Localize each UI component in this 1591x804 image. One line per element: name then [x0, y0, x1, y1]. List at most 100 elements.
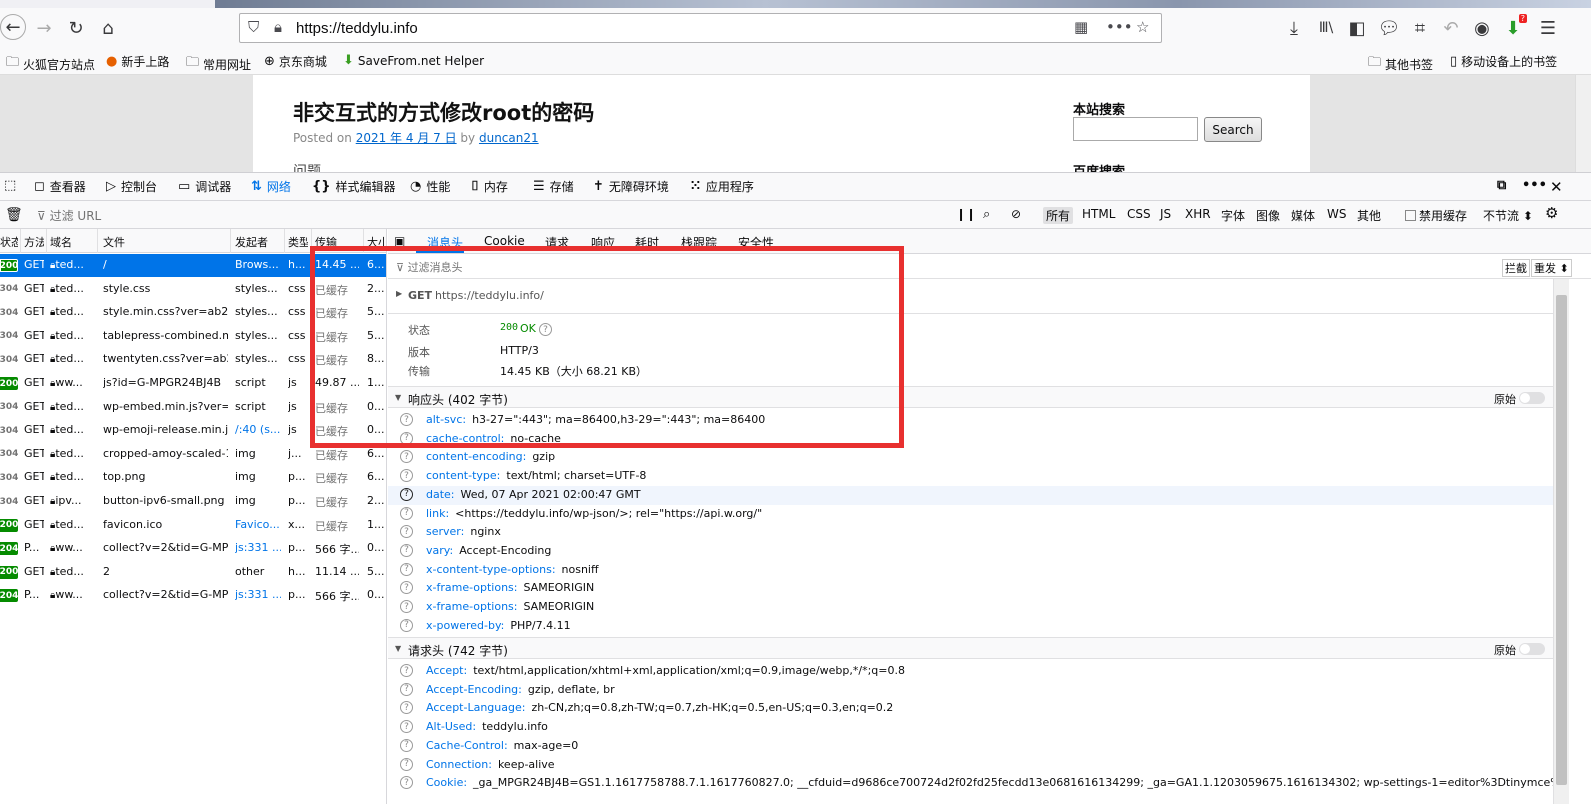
- raw-toggle[interactable]: [1519, 643, 1545, 655]
- post-title[interactable]: 非交互式的方式修改root的密码: [293, 97, 594, 127]
- bookmark-item[interactable]: 🗀 火狐官方站点: [6, 53, 95, 75]
- col-domain[interactable]: 域名: [50, 234, 94, 250]
- request-row[interactable]: 304 GET 🔒︎ted... style.css styles... css 已缓存 2.…: [0, 278, 386, 301]
- help-icon[interactable]: ?: [400, 581, 413, 595]
- header-row[interactable]: ? alt-svc: h3-27=":443"; ma=86400,h3-29=":…: [388, 411, 1553, 430]
- search-button[interactable]: Search: [1204, 117, 1262, 142]
- undo-icon[interactable]: ↶: [1437, 14, 1465, 42]
- account-icon[interactable]: ◉: [1468, 14, 1496, 42]
- header-row[interactable]: ? Accept: text/html,application/xhtml+xml,…: [388, 662, 1553, 681]
- raw-toggle[interactable]: [1519, 392, 1545, 404]
- bookmark-item[interactable]: ⊕ 京东商城: [264, 53, 327, 70]
- bookmark-item[interactable]: 🗀 其他书签: [1368, 53, 1433, 75]
- request-row[interactable]: 304 GET 🔒︎ipv... button-ipv6-small.png img p.…: [0, 490, 386, 513]
- tab-application[interactable]: ⁙ 应用程序: [690, 178, 754, 195]
- help-icon[interactable]: ?: [400, 431, 413, 445]
- response-headers-section[interactable]: ▼ 响应头 (402 字节) 原始: [388, 386, 1553, 408]
- disable-cache-checkbox[interactable]: 禁用缓存: [1402, 207, 1470, 224]
- block-button[interactable]: 拦截: [1502, 259, 1530, 277]
- pause-icon[interactable]: ❙❙: [953, 207, 979, 221]
- library-icon[interactable]: Ⅲ\: [1312, 14, 1340, 42]
- request-row[interactable]: 204 P... 🔒︎ww... collect?v=2&tid=G-MPG js:33…: [0, 537, 386, 560]
- tab-debugger[interactable]: ▭ 调试器: [178, 178, 231, 195]
- clear-trash-icon[interactable]: 🗑︎: [2, 207, 26, 223]
- header-row[interactable]: ? x-frame-options: SAMEORIGIN: [388, 579, 1553, 598]
- devtools-more-icon[interactable]: •••: [1522, 178, 1547, 193]
- author-link[interactable]: duncan21: [479, 131, 539, 145]
- help-icon[interactable]: ?: [400, 487, 413, 501]
- help-icon[interactable]: ?: [400, 682, 413, 696]
- help-icon[interactable]: ?: [400, 543, 413, 557]
- url-bar[interactable]: ⛉ 🔒︎ https://teddylu.info ▦ ••• ☆: [239, 13, 1162, 43]
- tab-inspector[interactable]: ◻ 查看器: [34, 178, 86, 195]
- tab-performance[interactable]: ◔ 性能: [410, 178, 450, 195]
- element-picker-icon[interactable]: ⬚: [4, 178, 16, 193]
- qr-code-icon[interactable]: ▦: [1074, 18, 1088, 36]
- filter-xhr[interactable]: XHR: [1182, 207, 1214, 221]
- help-icon[interactable]: ?: [400, 525, 413, 539]
- request-row[interactable]: 304 GET 🔒︎ted... twentyten.css?ver=ab20 styl…: [0, 348, 386, 371]
- header-row[interactable]: ? Connection: keep-alive: [388, 756, 1553, 775]
- bookmark-item[interactable]: 🗀 常用网址: [186, 53, 251, 75]
- search-icon[interactable]: ⌕: [980, 207, 993, 222]
- settings-gear-icon[interactable]: ⚙: [1542, 204, 1561, 222]
- request-row[interactable]: 200 GET 🔒︎ted... 2 other h... 11.14 ... 5...: [0, 561, 386, 584]
- request-headers-section[interactable]: ▼ 请求头 (742 字节) 原始: [388, 637, 1553, 659]
- tab-memory[interactable]: ⌷ 内存: [471, 178, 508, 195]
- header-row[interactable]: ? Accept-Language: zh-CN,zh;q=0.8,zh-TW;q=…: [388, 699, 1553, 718]
- sidebar-icon[interactable]: ◧: [1343, 14, 1371, 42]
- filter-other[interactable]: 其他: [1354, 207, 1384, 224]
- request-summary-line[interactable]: ▶ GET https://teddylu.info/: [388, 287, 1553, 306]
- panel-toggle-icon[interactable]: ▣: [394, 234, 405, 248]
- tab-console[interactable]: ▷ 控制台: [106, 178, 157, 195]
- page-actions-icon[interactable]: •••: [1106, 18, 1133, 36]
- filter-media[interactable]: 媒体: [1288, 207, 1318, 224]
- header-row[interactable]: ? x-powered-by: PHP/7.4.11: [388, 617, 1553, 636]
- resend-button[interactable]: 重发 ⬍: [1531, 259, 1572, 277]
- dock-toggle-icon[interactable]: ⧉: [1497, 178, 1506, 193]
- lock-icon[interactable]: 🔒︎: [274, 18, 282, 36]
- tab-response[interactable]: 响应: [591, 234, 615, 251]
- request-row[interactable]: 304 GET 🔒︎ted... top.png img p... 已缓存 6...: [0, 466, 386, 489]
- header-row[interactable]: ? Cache-Control: max-age=0: [388, 737, 1553, 756]
- url-filter-input[interactable]: ⊽ 过滤 URL: [34, 207, 104, 224]
- close-devtools-icon[interactable]: ✕: [1550, 178, 1563, 196]
- filter-js[interactable]: JS: [1157, 207, 1174, 221]
- chat-icon[interactable]: 💬︎: [1375, 14, 1403, 42]
- request-row[interactable]: 304 GET 🔒︎ted... tablepress-combined.mi styl…: [0, 325, 386, 348]
- help-icon[interactable]: ?: [400, 600, 413, 613]
- request-row[interactable]: 304 GET 🔒︎ted... wp-embed.min.js?ver=a scrip…: [0, 396, 386, 419]
- help-icon[interactable]: ?: [400, 469, 413, 483]
- extension-download-icon[interactable]: ⬇?: [1499, 14, 1527, 42]
- col-method[interactable]: 方法: [24, 234, 44, 250]
- tab-storage[interactable]: ☰ 存储: [533, 178, 574, 195]
- menu-icon[interactable]: ☰: [1534, 14, 1562, 42]
- header-row[interactable]: ? x-content-type-options: nosniff: [388, 561, 1553, 580]
- bookmark-item[interactable]: ● 新手上路: [106, 53, 169, 70]
- reload-icon[interactable]: ↻: [62, 14, 90, 42]
- header-row[interactable]: ? vary: Accept-Encoding: [388, 542, 1553, 561]
- tab-security[interactable]: 安全性: [738, 234, 774, 251]
- request-row[interactable]: 200 GET 🔒︎ted... favicon.ico Favico... x... 已缓…: [0, 514, 386, 537]
- col-status[interactable]: 状态: [0, 234, 18, 250]
- header-row[interactable]: ? x-frame-options: SAMEORIGIN: [388, 598, 1553, 617]
- tab-accessibility[interactable]: ✝ 无障碍环境: [593, 178, 669, 195]
- col-file[interactable]: 文件: [103, 234, 223, 250]
- forward-icon[interactable]: →: [30, 14, 58, 42]
- request-row[interactable]: 304 GET 🔒︎ted... wp-emoji-release.min.js? /:…: [0, 419, 386, 442]
- header-row[interactable]: ? Alt-Used: teddylu.info: [388, 718, 1553, 737]
- help-icon[interactable]: ?: [400, 450, 413, 464]
- help-icon[interactable]: ?: [539, 323, 552, 336]
- bookmark-star-icon[interactable]: ☆: [1136, 18, 1149, 36]
- post-date-link[interactable]: 2021 年 4 月 7 日: [356, 131, 457, 145]
- help-icon[interactable]: ?: [400, 618, 413, 632]
- request-row[interactable]: 204 P... 🔒︎ww... collect?v=2&tid=G-MPG js:33…: [0, 584, 386, 607]
- header-row[interactable]: ? link: <https://teddylu.info/wp-json/>; r…: [388, 505, 1553, 524]
- help-icon[interactable]: ?: [400, 701, 413, 715]
- header-row[interactable]: ? cache-control: no-cache: [388, 430, 1553, 449]
- header-row[interactable]: ? content-type: text/html; charset=UTF-8: [388, 467, 1553, 486]
- scrollbar-thumb[interactable]: [1556, 295, 1567, 785]
- filter-css[interactable]: CSS: [1124, 207, 1154, 221]
- tab-stack-trace[interactable]: 栈跟踪: [681, 234, 717, 251]
- help-icon[interactable]: ?: [400, 413, 413, 426]
